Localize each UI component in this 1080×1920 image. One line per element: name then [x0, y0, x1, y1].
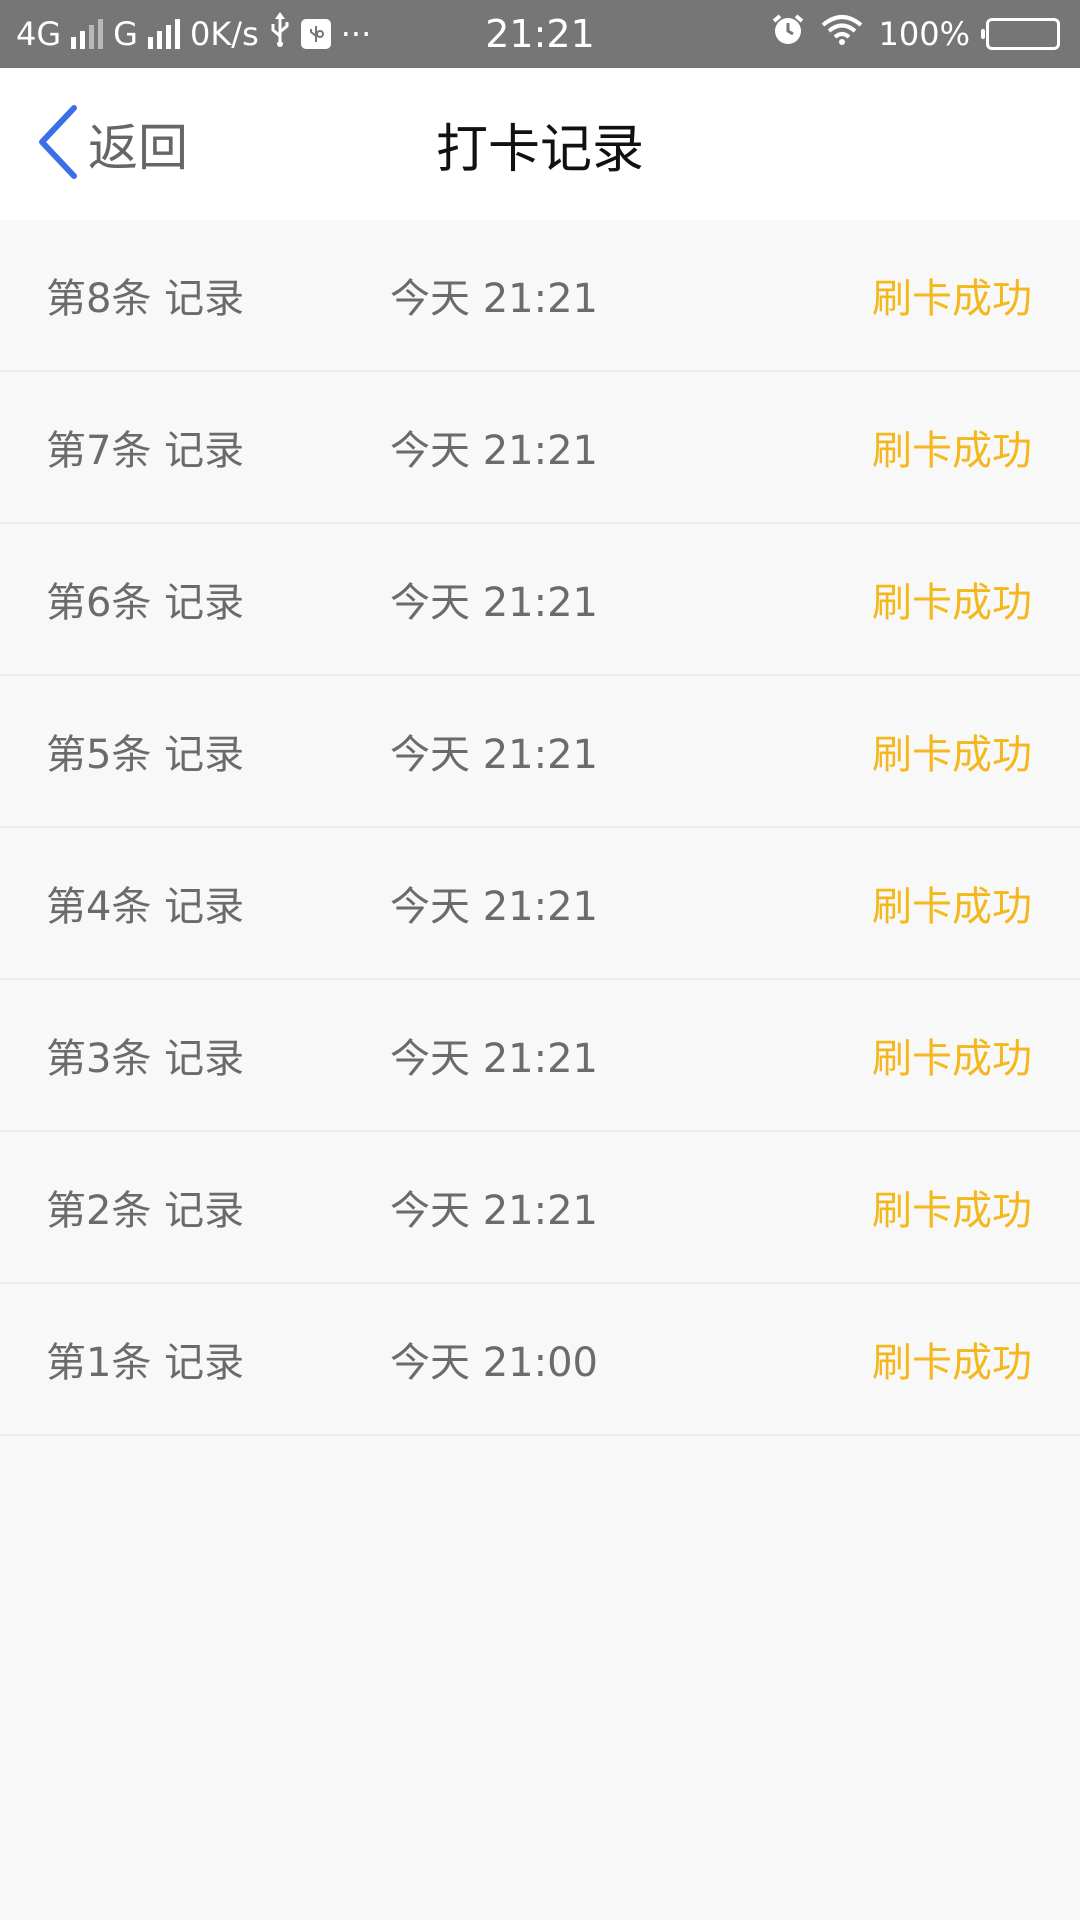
- list-item[interactable]: 第8条 记录 今天 21:21 刷卡成功: [0, 220, 1080, 372]
- signal-icon: [71, 19, 104, 49]
- clock-time: 21:21: [485, 12, 595, 56]
- record-status: 刷卡成功: [872, 1340, 1032, 1386]
- record-time: 今天 21:21: [390, 428, 598, 474]
- battery-icon: [981, 18, 1060, 50]
- record-status: 刷卡成功: [872, 1036, 1032, 1082]
- record-time: 今天 21:21: [390, 1188, 598, 1234]
- wifi-icon: [821, 14, 863, 55]
- record-label: 第2条 记录: [46, 1188, 245, 1234]
- record-time: 今天 21:21: [390, 276, 598, 322]
- record-status: 刷卡成功: [872, 580, 1032, 626]
- list-item[interactable]: 第1条 记录 今天 21:00 刷卡成功: [0, 1284, 1080, 1436]
- record-time: 今天 21:21: [390, 732, 598, 778]
- more-indicator: ···: [340, 15, 372, 53]
- status-bar-right: 100%: [771, 0, 1060, 68]
- list-item[interactable]: 第2条 记录 今天 21:21 刷卡成功: [0, 1132, 1080, 1284]
- record-label: 第4条 记录: [46, 884, 245, 930]
- record-label: 第6条 记录: [46, 580, 245, 626]
- list-item[interactable]: 第3条 记录 今天 21:21 刷卡成功: [0, 980, 1080, 1132]
- usb-debug-icon: [300, 19, 331, 49]
- record-time: 今天 21:21: [390, 580, 598, 626]
- back-label: 返回: [88, 119, 188, 177]
- record-label: 第7条 记录: [46, 428, 245, 474]
- network-type-4g: 4G: [16, 15, 62, 53]
- back-button[interactable]: 返回: [34, 104, 188, 184]
- page-title: 打卡记录: [435, 119, 644, 180]
- record-time: 今天 21:21: [390, 884, 598, 930]
- alarm-icon: [771, 13, 805, 56]
- battery-percent: 100%: [878, 15, 970, 53]
- navigation-bar: 返回 打卡记录: [0, 68, 1080, 220]
- records-list: 第8条 记录 今天 21:21 刷卡成功 第7条 记录 今天 21:21 刷卡成…: [0, 220, 1080, 1436]
- signal-icon: [147, 19, 180, 49]
- list-item[interactable]: 第5条 记录 今天 21:21 刷卡成功: [0, 676, 1080, 828]
- record-label: 第1条 记录: [46, 1340, 245, 1386]
- status-bar: 4G G 0K/s ··· 21:21 100%: [0, 0, 1080, 68]
- record-status: 刷卡成功: [872, 732, 1032, 778]
- record-time: 今天 21:00: [390, 1340, 598, 1386]
- record-time: 今天 21:21: [390, 1036, 598, 1082]
- list-item[interactable]: 第7条 记录 今天 21:21 刷卡成功: [0, 372, 1080, 524]
- record-label: 第3条 记录: [46, 1036, 245, 1082]
- network-type-g: G: [113, 15, 138, 53]
- record-status: 刷卡成功: [872, 1188, 1032, 1234]
- record-status: 刷卡成功: [872, 428, 1032, 474]
- record-status: 刷卡成功: [872, 884, 1032, 930]
- network-speed: 0K/s: [189, 15, 259, 53]
- record-label: 第5条 记录: [46, 732, 245, 778]
- usb-icon: [269, 11, 291, 57]
- record-status: 刷卡成功: [872, 276, 1032, 322]
- list-item[interactable]: 第6条 记录 今天 21:21 刷卡成功: [0, 524, 1080, 676]
- status-bar-left: 4G G 0K/s ···: [16, 0, 371, 68]
- list-item[interactable]: 第4条 记录 今天 21:21 刷卡成功: [0, 828, 1080, 980]
- record-label: 第8条 记录: [46, 276, 245, 322]
- chevron-left-icon: [34, 102, 80, 186]
